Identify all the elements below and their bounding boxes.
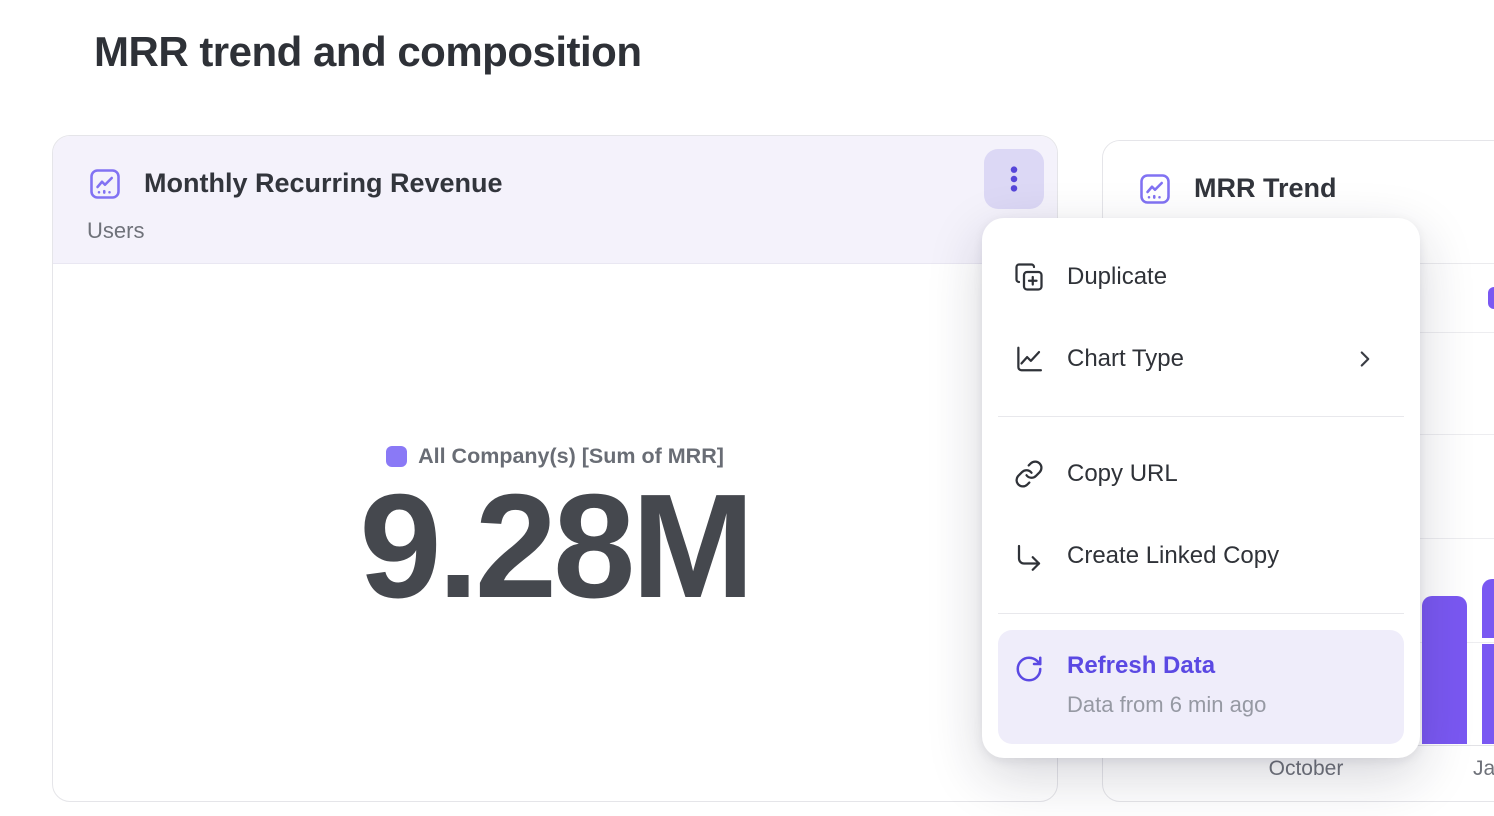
menu-item-chart-type[interactable]: Chart Type [982,318,1420,400]
link-icon [1014,459,1044,489]
menu-item-copy-url[interactable]: Copy URL [982,433,1420,515]
chevron-right-icon [1352,346,1378,372]
trend-bar-segment [1482,644,1494,744]
refresh-text-block: Refresh Data Data from 6 min ago [1067,652,1266,718]
refresh-icon [1014,654,1044,684]
menu-item-label: Duplicate [1067,263,1167,291]
kpi-body: All Company(s) [Sum of MRR] 9.28M [53,264,1057,801]
trend-bar-segment [1482,579,1494,638]
menu-item-label: Chart Type [1067,345,1184,373]
chart-widget-icon [87,166,123,202]
card-context-menu: Duplicate Chart Type [982,218,1420,758]
mrr-card-title: Monthly Recurring Revenue [144,168,503,199]
mrr-card-subtitle: Users [87,218,144,244]
card-menu-button[interactable] [984,149,1044,209]
kebab-icon [997,162,1031,196]
kpi-value: 9.28M [359,473,750,621]
menu-item-sublabel: Data from 6 min ago [1067,692,1266,718]
x-axis-label: October [1241,757,1371,781]
mrr-card-header: Monthly Recurring Revenue Users [53,136,1057,264]
menu-item-label: Copy URL [1067,460,1178,488]
x-axis-label: January [1473,757,1494,781]
trend-legend-swatch [1488,287,1494,309]
menu-item-label: Refresh Data [1067,652,1266,680]
menu-item-refresh-data[interactable]: Refresh Data Data from 6 min ago [998,630,1404,744]
menu-divider [998,416,1404,417]
corner-down-right-icon [1014,541,1044,571]
dashboard-page: MRR trend and composition Monthly Recurr… [0,0,1494,816]
menu-item-duplicate[interactable]: Duplicate [982,236,1420,318]
chart-type-icon [1014,344,1044,374]
duplicate-icon [1014,262,1044,292]
trend-card-title: MRR Trend [1194,173,1337,204]
menu-divider [998,613,1404,614]
menu-item-create-linked-copy[interactable]: Create Linked Copy [982,515,1420,597]
page-title: MRR trend and composition [94,28,642,76]
trend-bar-segment [1422,596,1467,744]
menu-item-label: Create Linked Copy [1067,542,1279,570]
chart-widget-icon [1137,171,1173,207]
mrr-card: Monthly Recurring Revenue Users All Comp… [52,135,1058,802]
